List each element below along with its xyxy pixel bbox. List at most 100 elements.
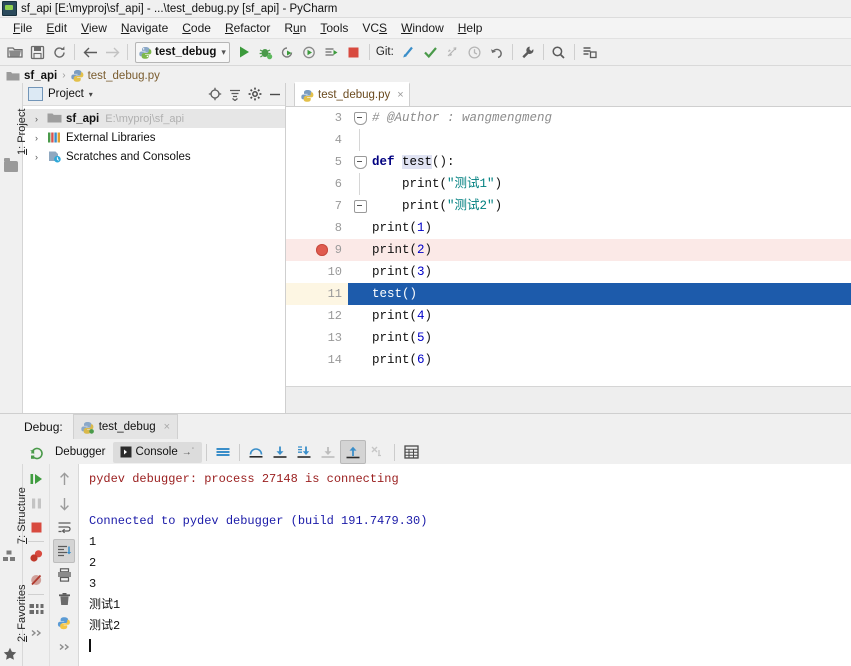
chevron-down-icon[interactable]: ▾ [221,47,226,57]
tab-console[interactable]: Console →˙ [112,441,203,463]
chevron-right-icon[interactable]: › [35,114,47,124]
code-line-breakpoint[interactable]: 9 print(2) [286,239,851,261]
tool-tab-favorites[interactable]: 2: Favorites [16,585,28,642]
save-all-icon[interactable] [26,41,48,63]
pin-tab-icon[interactable]: →˙ [182,447,195,458]
chevron-down-icon[interactable]: ▾ [89,90,93,99]
breadcrumb-root[interactable]: sf_api [24,70,57,82]
fold-gutter[interactable] [348,239,372,261]
fold-gutter[interactable] [348,107,372,129]
settings-layout-icon[interactable] [25,597,47,621]
fold-marker-icon[interactable] [354,156,367,169]
close-icon[interactable]: × [397,89,403,101]
code-line-current[interactable]: 11 test() [286,283,851,305]
fold-gutter[interactable] [348,283,372,305]
menu-run[interactable]: Run [277,18,313,38]
run-to-cursor-icon[interactable] [340,440,367,464]
profile-icon[interactable] [299,41,321,63]
fold-gutter[interactable] [348,173,372,195]
force-step-into-icon[interactable] [292,441,316,463]
soft-wrap-icon[interactable] [53,515,75,539]
more-actions-icon[interactable] [53,635,75,659]
up-stack-icon[interactable] [53,467,75,491]
stop-icon[interactable] [25,515,47,539]
menu-window[interactable]: Window [394,18,451,38]
code-line[interactable]: 13 print(5) [286,327,851,349]
fold-gutter[interactable] [348,129,372,151]
resume-program-icon[interactable] [25,467,47,491]
menu-refactor[interactable]: Refactor [218,18,277,38]
scroll-to-end-icon[interactable] [53,539,75,563]
tab-debugger[interactable]: Debugger [48,442,113,463]
fold-gutter[interactable] [348,261,372,283]
rerun-icon[interactable] [24,441,48,463]
trash-icon[interactable] [53,587,75,611]
code-line[interactable]: 10 print(3) [286,261,851,283]
menu-tools[interactable]: Tools [313,18,355,38]
layout-icon[interactable] [579,41,601,63]
chevron-right-icon[interactable]: › [35,152,47,162]
code-line[interactable]: 12 print(4) [286,305,851,327]
fold-gutter[interactable] [348,195,372,217]
code-line[interactable]: 6 print("测试1") [286,173,851,195]
breakpoint-icon[interactable] [316,244,328,256]
mute-breakpoints-icon[interactable] [25,568,47,592]
run-configuration-selector[interactable]: test_debug ▾ [135,41,230,63]
calculator-icon[interactable] [399,441,423,463]
editor-tab-test-debug[interactable]: test_debug.py × [294,82,410,106]
code-line[interactable]: 14 print(6) [286,349,851,371]
fold-gutter[interactable] [348,349,372,371]
code-line[interactable]: 3 # @Author : wangmengmeng [286,107,851,129]
collapse-all-icon[interactable] [225,84,245,104]
menu-navigate[interactable]: Navigate [114,18,175,38]
down-stack-icon[interactable] [53,491,75,515]
menu-help[interactable]: Help [451,18,490,38]
settings-wrench-icon[interactable] [517,41,539,63]
run-with-console-icon[interactable] [321,41,343,63]
debug-icon[interactable] [255,41,277,63]
code-line[interactable]: 8 print(1) [286,217,851,239]
open-folder-icon[interactable] [4,41,26,63]
run-icon[interactable] [233,41,255,63]
more-actions-icon[interactable] [25,621,47,645]
breadcrumb-file[interactable]: test_debug.py [88,70,160,82]
fold-gutter[interactable] [348,217,372,239]
code-line[interactable]: 4 [286,129,851,151]
step-into-icon[interactable] [268,441,292,463]
fold-gutter[interactable] [348,151,372,173]
push-icon[interactable] [442,41,464,63]
tool-tab-project[interactable]: 1: Project [0,87,28,157]
run-coverage-icon[interactable] [277,41,299,63]
arrow-back-icon[interactable] [79,41,101,63]
arrow-forward-icon[interactable] [101,41,123,63]
step-over-icon[interactable] [244,441,268,463]
fold-gutter[interactable] [348,305,372,327]
menu-vcs[interactable]: VCS [355,18,394,38]
menu-file[interactable]: File [6,18,39,38]
fold-gutter[interactable] [348,327,372,349]
python-console-icon[interactable] [53,611,75,635]
history-icon[interactable] [464,41,486,63]
menu-edit[interactable]: Edit [39,18,74,38]
code-line[interactable]: 7 print("测试2") [286,195,851,217]
print-icon[interactable] [53,563,75,587]
code-editor[interactable]: 3 # @Author : wangmengmeng 4 5 def test(… [286,107,851,386]
settings-gear-icon[interactable] [245,84,265,104]
hide-minimize-icon[interactable] [265,84,285,104]
tree-item-external-libraries[interactable]: › External Libraries [23,128,285,147]
code-line[interactable]: 5 def test(): [286,151,851,173]
show-all-frames-icon[interactable] [211,441,235,463]
rollback-icon[interactable] [486,41,508,63]
fold-marker-icon[interactable] [354,112,367,125]
debug-session-tab[interactable]: test_debug × [72,414,179,439]
chevron-right-icon[interactable]: › [35,133,47,143]
tree-item-scratches-and-consoles[interactable]: › Scratches and Consoles [23,147,285,166]
fold-marker-icon[interactable] [354,200,367,213]
commit-icon[interactable] [420,41,442,63]
tool-tab-structure[interactable]: 7: Structure [16,487,28,544]
menu-code[interactable]: Code [175,18,218,38]
view-breakpoints-icon[interactable] [25,544,47,568]
locate-target-icon[interactable] [205,84,225,104]
console-output[interactable]: pydev debugger: process 27148 is connect… [79,464,851,666]
stop-icon[interactable] [343,41,365,63]
